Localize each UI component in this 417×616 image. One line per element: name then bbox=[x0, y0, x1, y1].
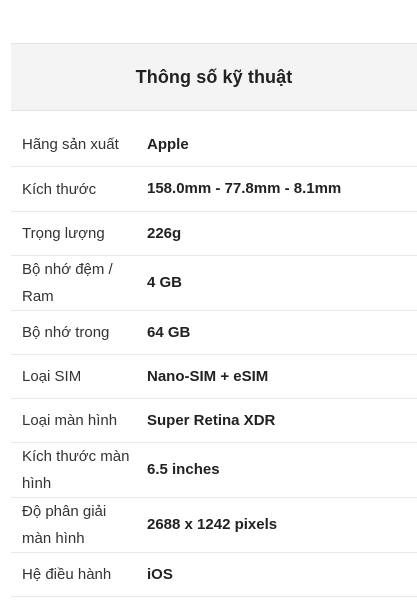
spec-value: Super Retina XDR bbox=[147, 411, 276, 429]
spec-value: 226g bbox=[147, 224, 182, 242]
spec-label: Loại SIM bbox=[22, 368, 82, 385]
spec-value: 6.5 inches bbox=[147, 461, 220, 478]
spec-row-screen-type: Loại màn hình Super Retina XDR bbox=[11, 399, 417, 443]
spec-label: Hãng sản xuất bbox=[22, 136, 119, 153]
spec-header: Thông số kỹ thuật bbox=[11, 43, 417, 111]
spec-panel: Thông số kỹ thuật Hãng sản xuất Apple Kí… bbox=[11, 43, 417, 597]
spec-label: Hệ điều hành bbox=[22, 566, 112, 583]
spec-label: Kích thước màn hình bbox=[22, 448, 130, 492]
spec-row-screen-size: Kích thước màn hình 6.5 inches bbox=[11, 443, 417, 498]
spec-label: Độ phân giải màn hình bbox=[22, 503, 107, 547]
page: Thông số kỹ thuật Hãng sản xuất Apple Kí… bbox=[0, 0, 417, 616]
spec-row-manufacturer: Hãng sản xuất Apple bbox=[11, 123, 417, 167]
spec-row-storage: Bộ nhớ trong 64 GB bbox=[11, 311, 417, 355]
spec-value: 64 GB bbox=[147, 323, 191, 341]
spec-value: 158.0mm - 77.8mm - 8.1mm bbox=[147, 180, 342, 197]
spec-label: Bộ nhớ đệm / Ram bbox=[22, 261, 113, 305]
spec-value: Nano-SIM + eSIM bbox=[147, 367, 269, 385]
spec-row-os: Hệ điều hành iOS bbox=[11, 553, 417, 597]
spec-table: Hãng sản xuất Apple Kích thước 158.0mm -… bbox=[11, 123, 417, 597]
spec-value: 2688 x 1242 pixels bbox=[147, 516, 278, 533]
spec-label: Trọng lượng bbox=[22, 225, 105, 242]
spec-row-ram: Bộ nhớ đệm / Ram 4 GB bbox=[11, 256, 417, 311]
spec-label: Bộ nhớ trong bbox=[22, 324, 110, 341]
spec-row-dimensions: Kích thước 158.0mm - 77.8mm - 8.1mm bbox=[11, 167, 417, 212]
spec-label: Loại màn hình bbox=[22, 412, 118, 429]
spec-row-weight: Trọng lượng 226g bbox=[11, 212, 417, 256]
spec-value: Apple bbox=[147, 135, 189, 153]
spec-row-sim: Loại SIM Nano-SIM + eSIM bbox=[11, 355, 417, 399]
spec-value: 4 GB bbox=[147, 274, 183, 291]
spec-title: Thông số kỹ thuật bbox=[135, 66, 293, 87]
spec-value: iOS bbox=[147, 565, 173, 583]
spec-label: Kích thước bbox=[22, 180, 97, 198]
spec-row-resolution: Độ phân giải màn hình 2688 x 1242 pixels bbox=[11, 498, 417, 553]
